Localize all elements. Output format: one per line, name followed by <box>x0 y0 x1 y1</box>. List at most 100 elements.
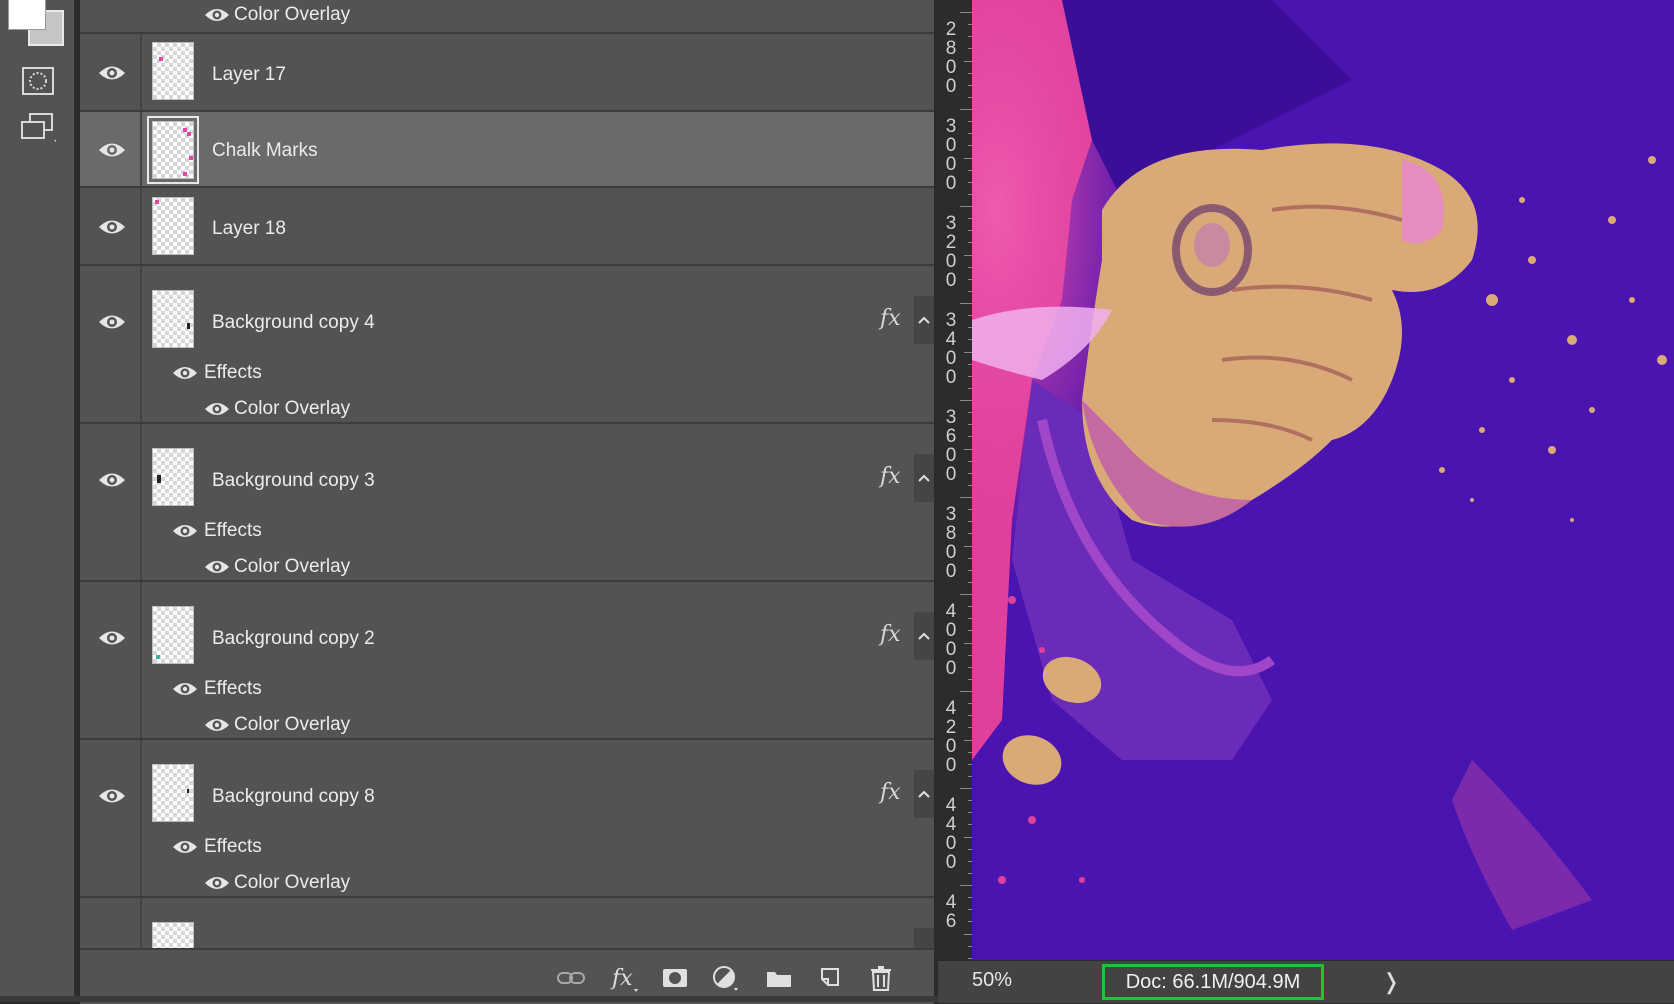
eye-icon[interactable] <box>98 217 126 237</box>
ruler-tick <box>960 400 972 401</box>
layer-row[interactable]: Layer 18 <box>80 188 934 266</box>
layer-thumbnail[interactable] <box>152 606 194 664</box>
layer-thumbnail[interactable] <box>152 764 194 822</box>
layer-style-button[interactable]: fx <box>608 964 638 992</box>
layer-row[interactable]: Background copy 2 fx Effects Color Overl… <box>80 582 934 740</box>
eye-icon[interactable] <box>172 838 198 856</box>
eye-icon[interactable] <box>204 716 230 734</box>
ruler-minor-tick <box>964 642 972 644</box>
layer-name[interactable]: Layer 17 <box>212 64 286 86</box>
divider <box>140 188 142 264</box>
layers-panel: Color Overlay Layer 17 Chalk Marks Layer… <box>80 0 934 948</box>
effect-label: Color Overlay <box>234 4 351 25</box>
layer-row[interactable]: Layer 17 <box>80 34 934 112</box>
layer-thumbnail[interactable] <box>152 290 194 348</box>
layer-thumbnail[interactable] <box>147 116 199 184</box>
new-layer-icon <box>821 968 839 986</box>
layer-name[interactable]: Background copy 8 <box>212 786 375 808</box>
eye-icon[interactable] <box>98 786 126 806</box>
divider <box>140 266 142 422</box>
document-canvas[interactable] <box>972 0 1674 960</box>
fx-badge[interactable]: fx <box>880 780 901 805</box>
zoom-level[interactable]: 50% <box>972 969 1012 992</box>
fx-badge[interactable]: fx <box>880 306 901 331</box>
divider <box>140 898 142 948</box>
layer-row[interactable]: Background copy 3 fx Effects Color Overl… <box>80 424 934 582</box>
status-bar: 50% Doc: 66.1M/904.9M ❭ <box>938 960 1674 1003</box>
eye-icon[interactable] <box>98 470 126 490</box>
ruler-tick <box>960 788 972 789</box>
layer-name[interactable]: Background copy 2 <box>212 628 375 650</box>
eye-icon[interactable] <box>98 63 126 83</box>
effect-label: Color Overlay <box>234 714 351 735</box>
divider <box>140 112 142 186</box>
layer-row-selected[interactable]: Chalk Marks <box>80 112 934 188</box>
divider <box>0 996 938 1002</box>
divider <box>140 582 142 738</box>
eye-icon[interactable] <box>172 680 198 698</box>
screen-mode-button[interactable] <box>20 112 56 146</box>
adjustment-layer-button[interactable] <box>712 964 742 992</box>
ruler-label: 3000 <box>945 116 957 194</box>
new-layer-button[interactable] <box>814 964 844 992</box>
new-group-button[interactable] <box>764 964 794 992</box>
collapse-effects-button[interactable] <box>914 454 934 502</box>
eye-icon[interactable] <box>98 312 126 332</box>
ruler-label: 46 <box>945 892 957 932</box>
fx-badge[interactable]: fx <box>880 622 901 647</box>
divider <box>140 740 142 896</box>
eye-icon[interactable] <box>204 558 230 576</box>
collapse-effects-button[interactable] <box>914 770 934 818</box>
layer-thumbnail[interactable] <box>152 922 194 948</box>
collapse-effects-button[interactable] <box>914 928 934 948</box>
ruler-tick <box>960 206 972 207</box>
document-size-info[interactable]: Doc: 66.1M/904.9M <box>1102 964 1324 1000</box>
ruler-label: 4200 <box>945 698 957 776</box>
artwork-image <box>972 0 1674 960</box>
layer-row-partial[interactable] <box>80 898 934 948</box>
mask-icon <box>663 969 687 987</box>
eye-icon[interactable] <box>204 6 230 24</box>
eye-icon[interactable] <box>204 874 230 892</box>
layer-row[interactable]: Background copy 4 fx Effects Color Overl… <box>80 266 934 424</box>
layer-thumbnail[interactable] <box>152 448 194 506</box>
eye-icon[interactable] <box>98 140 126 160</box>
eye-icon[interactable] <box>172 522 198 540</box>
link-layers-button[interactable] <box>556 964 586 992</box>
ruler-label: 3400 <box>945 310 957 388</box>
eye-icon[interactable] <box>204 400 230 418</box>
collapse-effects-button[interactable] <box>914 296 934 344</box>
fx-badge[interactable]: fx <box>880 464 901 489</box>
eye-icon[interactable] <box>172 364 198 382</box>
layer-row[interactable]: Background copy 8 fx Effects Color Overl… <box>80 740 934 898</box>
effect-label: Color Overlay <box>234 398 351 419</box>
chevron-up-icon <box>918 474 930 482</box>
layer-name[interactable]: Layer 18 <box>212 218 286 240</box>
screen-mode-icon <box>21 113 56 142</box>
ruler-minor-tick <box>964 836 972 838</box>
collapse-effects-button[interactable] <box>914 612 934 660</box>
ruler-tick <box>960 303 972 304</box>
status-menu-arrow[interactable]: ❭ <box>1382 969 1400 995</box>
effects-label: Effects <box>204 362 262 383</box>
layer-row-partial[interactable]: Color Overlay <box>80 0 934 34</box>
ruler-tick <box>960 12 972 13</box>
layer-thumbnail[interactable] <box>152 42 194 100</box>
ruler-tick <box>960 594 972 595</box>
ruler-minor-tick <box>964 448 972 450</box>
layer-name[interactable]: Chalk Marks <box>212 140 318 162</box>
layer-thumbnail[interactable] <box>152 197 194 255</box>
ruler-label: 3800 <box>945 504 957 582</box>
delete-layer-button[interactable] <box>866 964 896 992</box>
foreground-color-swatch[interactable] <box>8 0 46 30</box>
ruler-minor-tick <box>964 545 972 547</box>
layer-name[interactable]: Background copy 3 <box>212 470 375 492</box>
layer-name[interactable]: Background copy 4 <box>212 312 375 334</box>
ruler-label: 3200 <box>945 213 957 291</box>
eye-icon[interactable] <box>98 628 126 648</box>
ruler-minor-tick <box>964 739 972 741</box>
quick-mask-button[interactable] <box>20 64 56 98</box>
add-mask-button[interactable] <box>660 964 690 992</box>
ruler-label: 2800 <box>945 19 957 97</box>
link-icon <box>557 972 585 984</box>
